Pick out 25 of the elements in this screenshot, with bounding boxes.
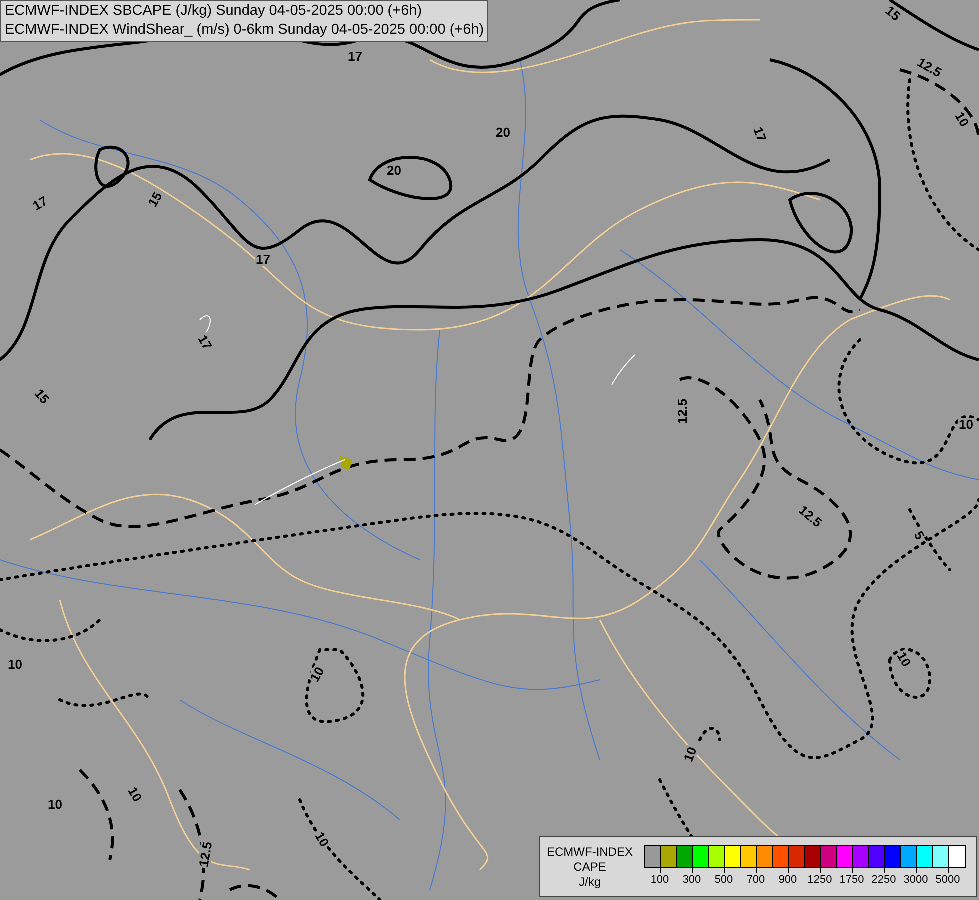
contour-label: 20: [386, 164, 402, 177]
tick-label: 5000: [936, 873, 960, 887]
tick-label: 900: [778, 873, 798, 887]
tick-label: 1750: [840, 873, 864, 887]
legend-title: ECMWF-INDEX: [547, 845, 633, 860]
cape-area-icon: [340, 456, 352, 470]
tick-label: 500: [714, 873, 734, 887]
contour-label: 10: [47, 798, 64, 811]
tick-label: 1250: [808, 873, 832, 887]
contour-label: 10: [7, 658, 24, 671]
contour-label: 12.5: [676, 398, 690, 426]
contour-label: 17: [347, 50, 364, 63]
tick-label: 100: [650, 873, 670, 887]
map-title: ECMWF-INDEX SBCAPE (J/kg) Sunday 04-05-2025 00:00 (+6h): [5, 2, 424, 21]
contour-label: 17: [255, 253, 272, 266]
map-title: ECMWF-INDEX WindShear_ (m/s) 0-6km Sunday 04-05-2025 00:00 (+6h): [5, 21, 483, 40]
tick-label: 3000: [904, 873, 928, 887]
tick-label: 300: [682, 873, 702, 887]
tick-label: 700: [746, 873, 766, 887]
contour-label: 10: [958, 418, 974, 431]
contour-label: 20: [495, 126, 512, 139]
tick-label: 2250: [872, 873, 896, 887]
legend-title: CAPE: [574, 860, 606, 875]
legend-title: J/kg: [578, 875, 601, 890]
contour-label: 12.5: [196, 840, 214, 870]
